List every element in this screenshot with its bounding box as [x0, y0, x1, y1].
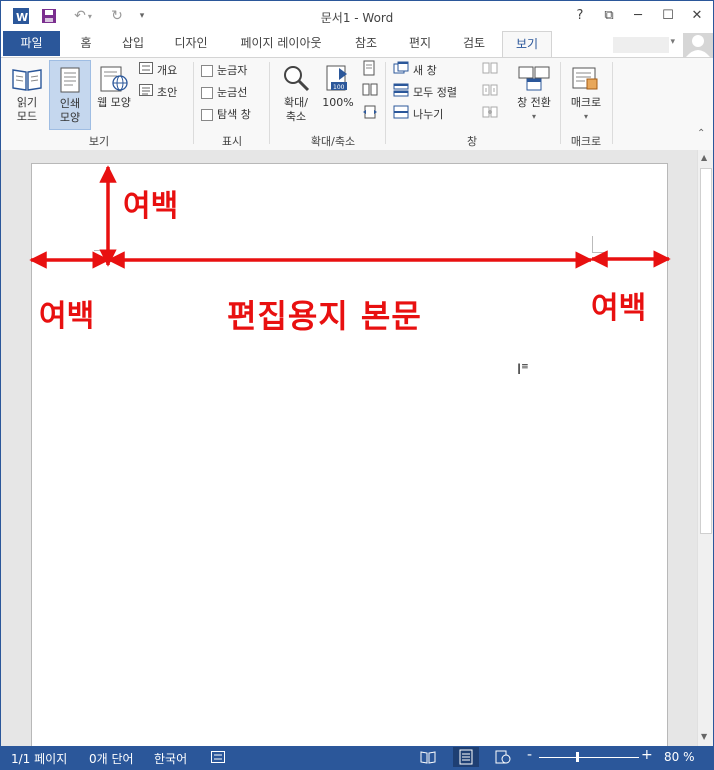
top-margin-label: 여백 [123, 189, 179, 224]
scrollbar-thumb[interactable] [700, 168, 712, 534]
print-layout-view-icon[interactable] [453, 747, 479, 767]
scroll-up-icon[interactable]: ▲ [701, 153, 707, 162]
left-margin-label: 여백 [39, 299, 95, 334]
zoom-out-button[interactable]: - [527, 747, 532, 763]
zoom-in-button[interactable]: + [641, 747, 653, 763]
body-label: 편집용지 본문 [227, 297, 422, 335]
page-count[interactable]: 1/1 페이지 [11, 750, 67, 767]
web-layout-view-icon[interactable] [495, 750, 511, 767]
zoom-level[interactable]: 80 % [664, 750, 695, 764]
status-bar: 1/1 페이지 0개 단어 한국어 - + 80 % [1, 746, 713, 769]
vertical-scrollbar[interactable]: ▲ ▼ [697, 150, 713, 746]
zoom-slider-thumb[interactable] [576, 752, 579, 762]
macro-record-icon[interactable] [211, 751, 225, 766]
language[interactable]: 한국어 [154, 750, 187, 767]
word-count[interactable]: 0개 단어 [89, 750, 134, 767]
scroll-down-icon[interactable]: ▼ [701, 732, 707, 741]
read-mode-view-icon[interactable] [420, 750, 436, 767]
right-margin-label: 여백 [591, 291, 647, 326]
annotation-overlay [29, 165, 671, 269]
zoom-slider-track[interactable] [539, 757, 639, 758]
word-window: W ↶ ▾ ↻ ▾ 문서1 - Word ? ⧉ ─ ☐ ✕ 파일 홈 삽입 디자… [0, 0, 714, 770]
